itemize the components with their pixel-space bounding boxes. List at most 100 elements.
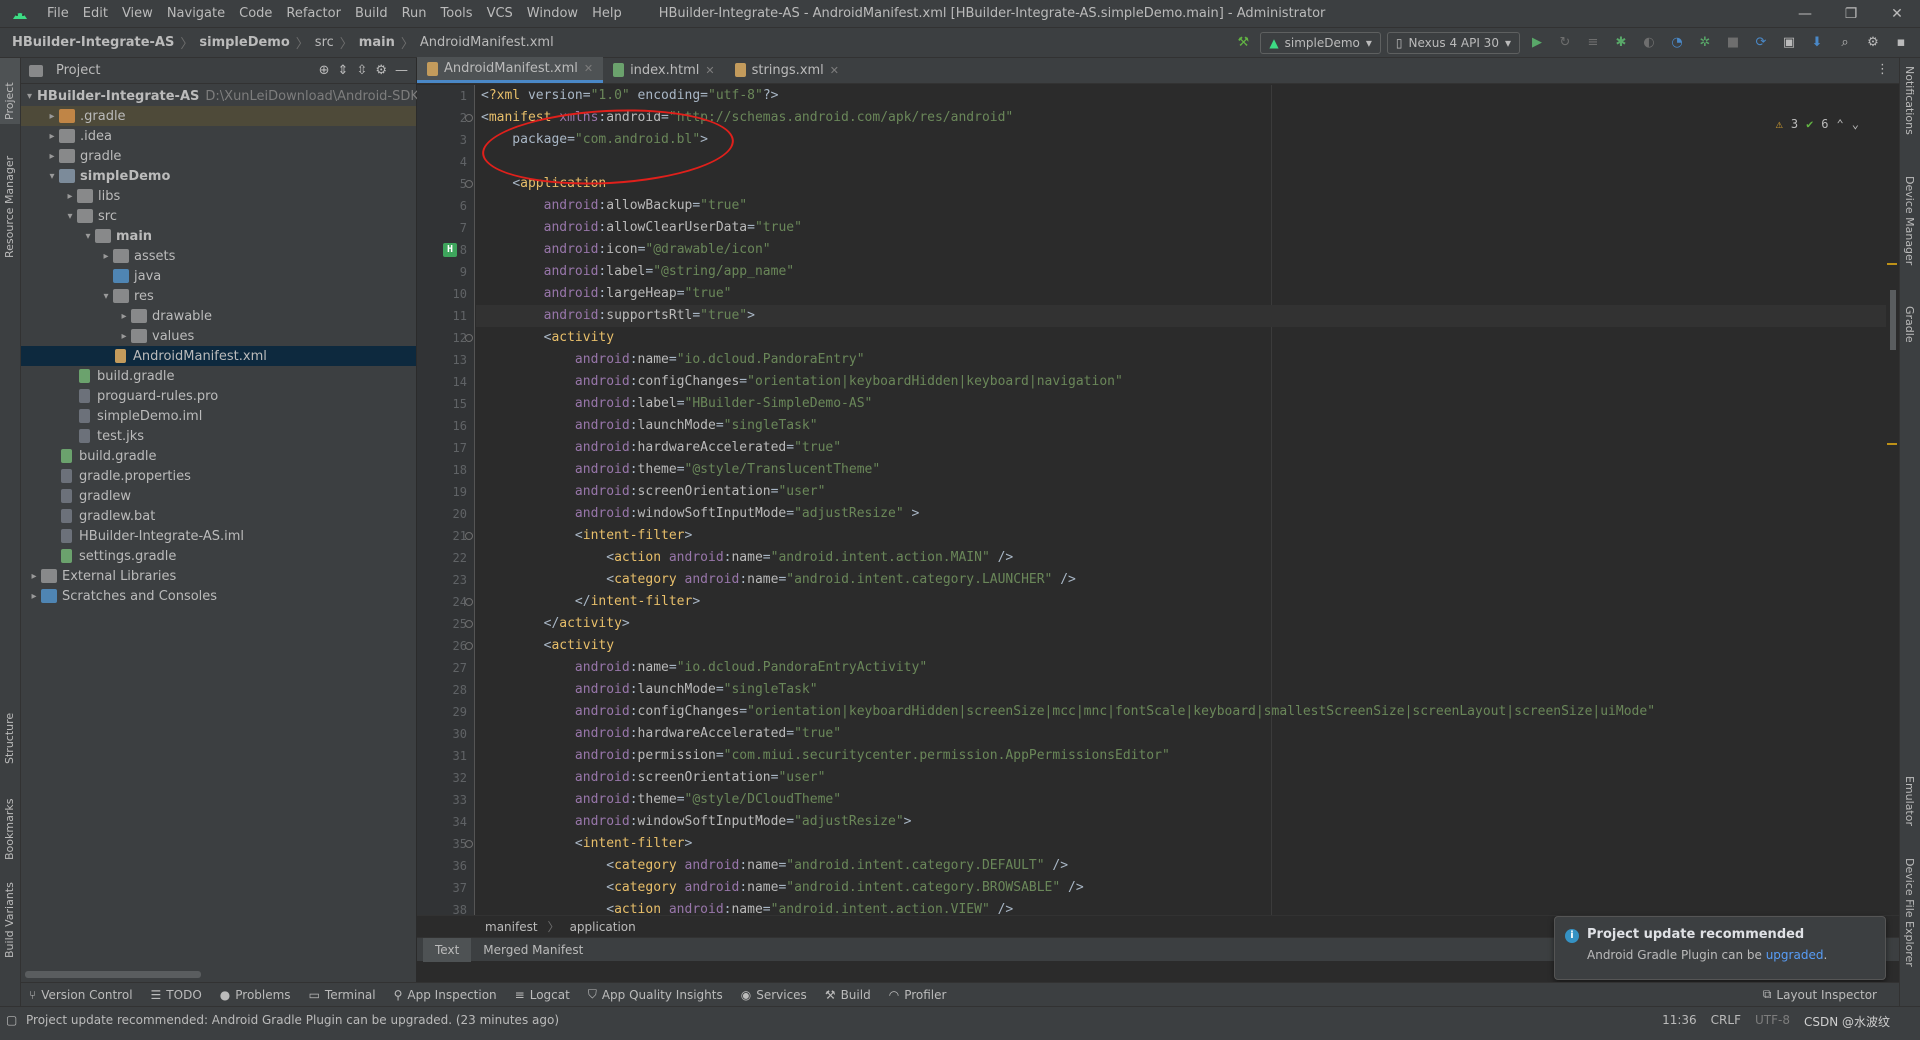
fold-marker-icon[interactable] [465,620,473,628]
code-line[interactable]: <activity [481,635,614,657]
menu-refactor[interactable]: Refactor [279,0,348,28]
tool-structure[interactable]: Structure [3,713,16,764]
tree-item[interactable]: test.jks [21,426,416,446]
code-line[interactable]: android:theme="@style/DCloudTheme" [481,789,841,811]
chevron-right-icon[interactable]: ▸ [27,591,41,602]
breadcrumb-project[interactable]: HBuilder-Integrate-AS [12,35,174,50]
breadcrumb-src[interactable]: src [315,35,334,50]
inspection-widget[interactable]: ⚠ 3 ✔ 6 ⌃ ⌄ [1776,117,1859,131]
chevron-down-icon[interactable]: ▾ [63,211,77,222]
fold-marker-icon[interactable] [465,642,473,650]
fold-marker-icon[interactable] [465,598,473,606]
expand-all-icon[interactable]: ⇕ [338,63,349,78]
code-breadcrumb-manifest[interactable]: manifest [485,920,538,934]
code-line[interactable]: android:screenOrientation="user" [481,481,825,503]
fold-marker-icon[interactable] [465,840,473,848]
code-line[interactable]: android:configChanges="orientation|keybo… [481,371,1123,393]
tree-item[interactable]: HBuilder-Integrate-AS.iml [21,526,416,546]
menu-window[interactable]: Window [520,0,585,28]
tool-app-inspection[interactable]: ⚲ App Inspection [394,988,497,1002]
code-line[interactable]: android:screenOrientation="user" [481,767,825,789]
run-icon[interactable]: ▶ [1526,32,1548,54]
tree-item[interactable]: settings.gradle [21,546,416,566]
code-line[interactable]: android:launchMode="singleTask" [481,679,818,701]
attach-debugger-icon[interactable]: ✲ [1694,32,1716,54]
breadcrumb-module[interactable]: simpleDemo [199,35,289,50]
sync-gradle-icon[interactable]: ⟳ [1750,32,1772,54]
code-line[interactable]: android:allowBackup="true" [481,195,748,217]
tool-notifications[interactable]: Notifications [1903,66,1916,135]
code-line[interactable]: android:launchMode="singleTask" [481,415,818,437]
menu-view[interactable]: View [115,0,160,28]
breadcrumb-main[interactable]: main [359,35,395,50]
tool-problems[interactable]: ● Problems [220,988,291,1002]
tool-app-quality-insights[interactable]: ⛉ App Quality Insights [588,987,723,1002]
close-window-button[interactable]: ✕ [1874,6,1920,22]
horizontal-scrollbar[interactable] [25,971,201,978]
tree-item[interactable]: ▸ External Libraries [21,566,416,586]
collapse-all-icon[interactable]: ⇳ [356,63,367,78]
chevron-down-icon[interactable]: ⌄ [1852,117,1859,131]
code-line[interactable]: <action android:name="android.intent.act… [481,899,1013,915]
project-view-select[interactable]: Project [56,63,311,78]
code-line[interactable]: <category android:name="android.intent.c… [481,855,1068,877]
code-line[interactable]: <?xml version="1.0" encoding="utf-8"?> [481,85,778,107]
sdk-manager-icon[interactable]: ⬇ [1806,32,1828,54]
code-line[interactable]: <action android:name="android.intent.act… [481,547,1013,569]
tool-profiler[interactable]: ◠ Profiler [889,988,947,1002]
chevron-down-icon[interactable]: ▾ [99,291,113,302]
code-line[interactable]: android:supportsRtl="true"> [476,305,1886,327]
avatar[interactable]: ▪ [1890,32,1912,54]
code-line[interactable]: android:permission="com.miui.securitycen… [481,745,1170,767]
code-editor[interactable]: 1 2 3 4 5 6 7 8 9 10 11 12 13 14 15 16 17 18 19 20 21 22 23 24 2… [417,85,1899,915]
menu-edit[interactable]: Edit [76,0,115,28]
tool-version-control[interactable]: ⑂ Version Control [29,988,133,1002]
tool-resource-manager[interactable]: Resource Manager [3,156,16,258]
tree-item[interactable]: java [21,266,416,286]
code-line[interactable]: </intent-filter> [481,591,700,613]
code-line[interactable]: android:theme="@style/TranslucentTheme" [481,459,880,481]
tab-text[interactable]: Text [423,937,472,962]
tab-androidmanifest[interactable]: AndroidManifest.xml ✕ [417,57,604,83]
tree-item[interactable]: ▾ simpleDemo [21,166,416,186]
chevron-right-icon[interactable]: ▸ [99,251,113,262]
close-tab-icon[interactable]: ✕ [705,64,714,77]
code-line[interactable]: android:label="HBuilder-SimpleDemo-AS" [481,393,872,415]
debug-icon[interactable]: ✱ [1610,32,1632,54]
breadcrumb-file[interactable]: AndroidManifest.xml [420,35,554,50]
code-line[interactable]: android:icon="@drawable/icon" [481,239,771,261]
chevron-right-icon[interactable]: ▸ [45,151,59,162]
tree-item[interactable]: ▾ res [21,286,416,306]
code-line[interactable]: <category android:name="android.intent.c… [481,877,1083,899]
tool-terminal[interactable]: ▭ Terminal [309,988,376,1002]
tab-merged-manifest[interactable]: Merged Manifest [471,938,595,962]
stop-icon[interactable]: ■ [1722,32,1744,54]
settings-gear-icon[interactable]: ⚙ [375,63,387,78]
tool-logcat[interactable]: ≡ Logcat [515,988,570,1002]
tool-emulator[interactable]: Emulator [1903,776,1916,826]
tool-device-manager[interactable]: Device Manager [1903,176,1916,265]
chevron-right-icon[interactable]: ▸ [45,111,59,122]
code-line[interactable]: android:windowSoftInputMode="adjustResiz… [481,811,912,833]
close-tab-icon[interactable]: ✕ [830,64,839,77]
tree-item[interactable]: ▸ .gradle [21,106,416,126]
menu-file[interactable]: File [40,0,76,28]
maximize-button[interactable]: ❐ [1828,6,1874,22]
tree-item[interactable]: ▸ libs [21,186,416,206]
caret-position[interactable]: 11:36 [1662,1013,1697,1030]
coverage-icon[interactable]: ◐ [1638,32,1660,54]
device-manager-icon[interactable]: ▣ [1778,32,1800,54]
chevron-right-icon[interactable]: ▸ [45,131,59,142]
fold-marker-icon[interactable] [465,114,473,122]
code-line[interactable]: android:label="@string/app_name" [481,261,794,283]
code-line[interactable]: android:largeHeap="true" [481,283,732,305]
rerun-icon[interactable]: ↻ [1554,32,1576,54]
tree-item[interactable]: build.gradle [21,366,416,386]
menu-navigate[interactable]: Navigate [160,0,232,28]
tree-item[interactable]: gradlew.bat [21,506,416,526]
fold-marker-icon[interactable] [465,334,473,342]
tree-item[interactable]: ▾ main [21,226,416,246]
tool-todo[interactable]: ☰ TODO [151,988,202,1002]
device-select[interactable]: ▯ Nexus 4 API 30 ▾ [1386,31,1520,54]
file-encoding[interactable]: UTF-8 [1755,1013,1790,1030]
